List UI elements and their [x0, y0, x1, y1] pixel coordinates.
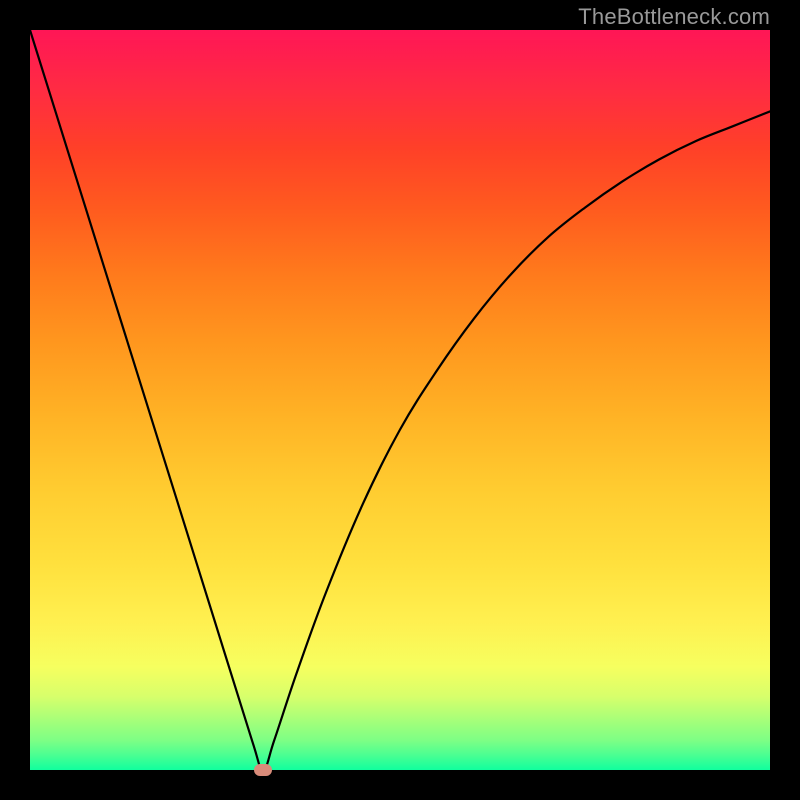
watermark-text: TheBottleneck.com	[578, 4, 770, 30]
curve-svg	[30, 30, 770, 770]
optimum-marker	[254, 764, 272, 776]
bottleneck-curve	[30, 30, 770, 770]
plot-area	[30, 30, 770, 770]
chart-frame: TheBottleneck.com	[0, 0, 800, 800]
